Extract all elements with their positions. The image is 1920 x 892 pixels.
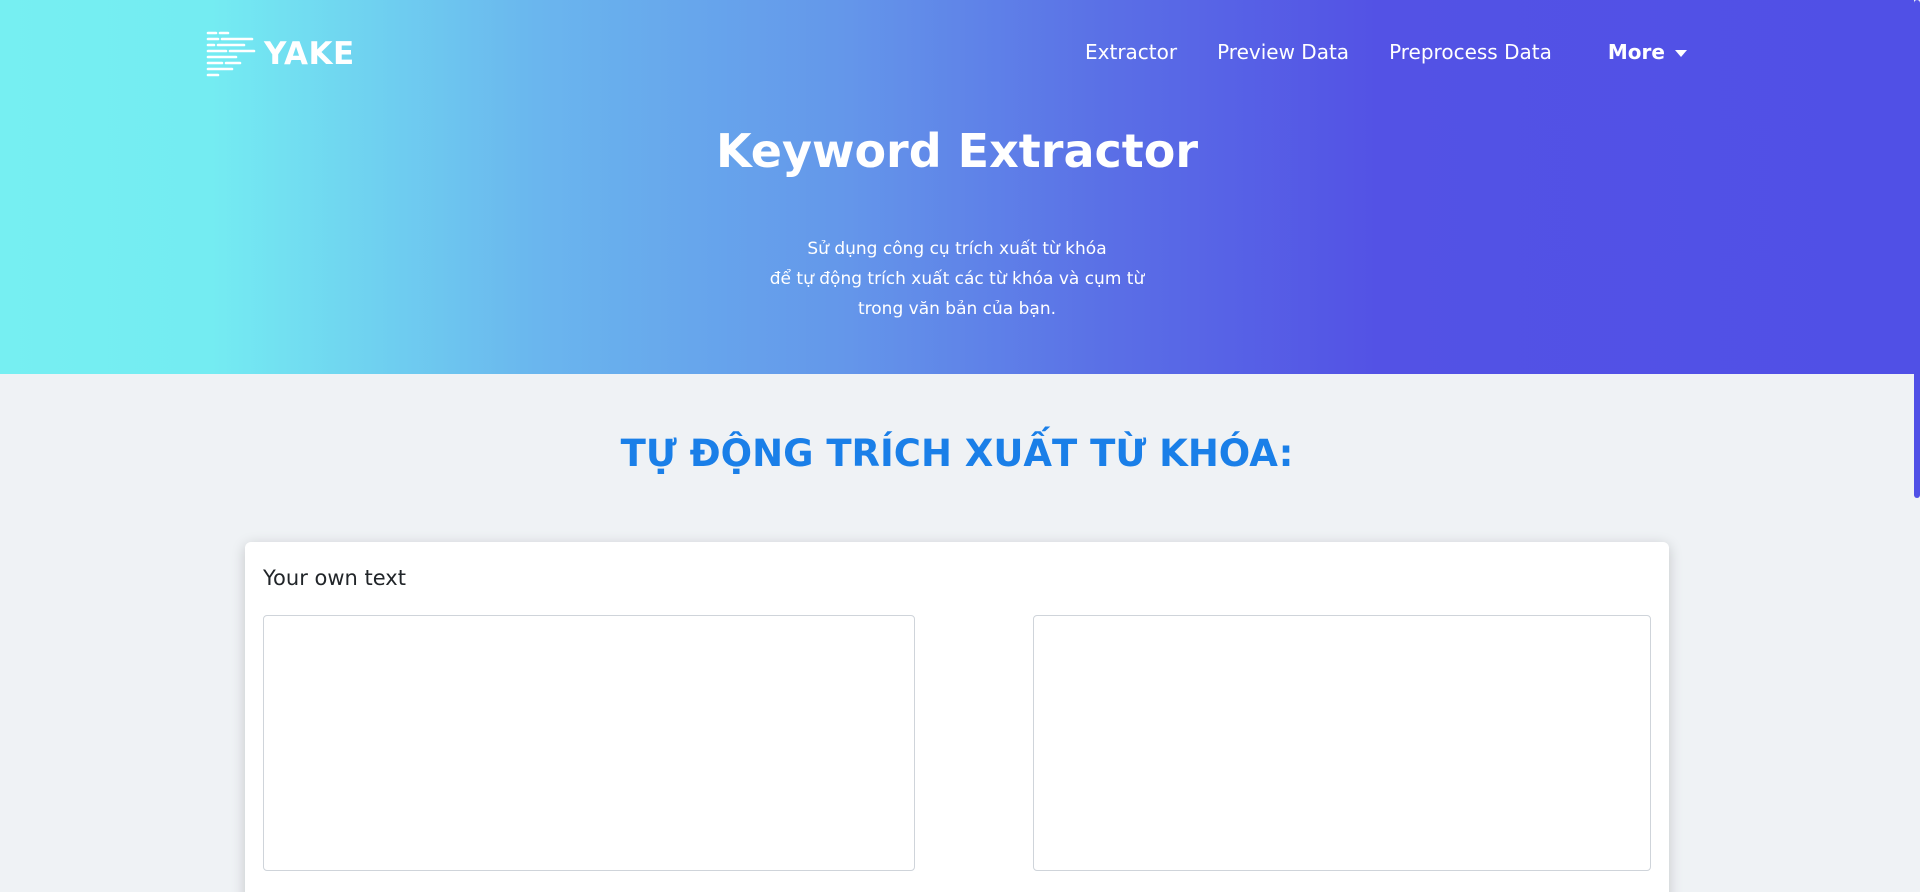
output-text-area[interactable]	[1033, 615, 1651, 871]
lines-logo-icon	[206, 31, 256, 77]
hero-description: Sử dụng công cụ trích xuất từ khóa để tự…	[0, 234, 1914, 324]
input-text-area[interactable]	[263, 615, 915, 871]
hero-description-line: để tự động trích xuất các từ khóa và cụm…	[769, 269, 1145, 289]
hero-description-line: Sử dụng công cụ trích xuất từ khóa	[807, 239, 1107, 259]
nav-item-preview-data[interactable]: Preview Data	[1217, 40, 1349, 64]
nav-item-preprocess-data[interactable]: Preprocess Data	[1389, 40, 1552, 64]
main-nav: Extractor Preview Data Preprocess Data M…	[1085, 40, 1687, 64]
page: YAKE Extractor Preview Data Preprocess D…	[0, 0, 1920, 892]
page-scrollbar[interactable]	[1914, 0, 1920, 892]
extractor-card: Your own text	[245, 542, 1669, 892]
scrollbar-thumb[interactable]	[1914, 0, 1920, 498]
nav-item-extractor[interactable]: Extractor	[1085, 40, 1177, 64]
nav-more-label: More	[1607, 40, 1665, 64]
nav-more-dropdown[interactable]: More	[1608, 40, 1687, 64]
brand-name: YAKE	[264, 36, 355, 72]
section-heading: TỰ ĐỘNG TRÍCH XUẤT TỪ KHÓA:	[620, 432, 1294, 475]
brand-logo[interactable]: YAKE	[206, 30, 355, 78]
page-title: Keyword Extractor	[715, 124, 1199, 178]
caret-down-icon	[1674, 49, 1687, 57]
hero-description-line: trong văn bản của bạn.	[857, 299, 1057, 319]
hero-header: YAKE Extractor Preview Data Preprocess D…	[0, 0, 1914, 374]
card-label: Your own text	[263, 566, 406, 590]
